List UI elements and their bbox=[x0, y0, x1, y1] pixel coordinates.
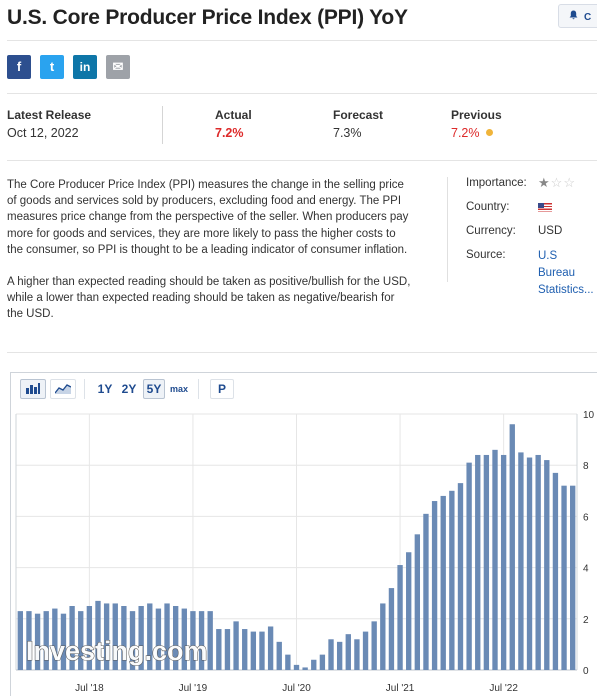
chart-bar bbox=[354, 639, 360, 670]
chart-bar bbox=[259, 631, 265, 670]
chart-bar bbox=[207, 611, 213, 670]
chart-bar bbox=[17, 611, 23, 670]
chart-bar bbox=[414, 534, 421, 670]
chart-bar bbox=[544, 460, 550, 670]
chart-bar bbox=[233, 621, 239, 670]
x-tick-label: Jul '20 bbox=[282, 683, 311, 694]
chart-bar bbox=[449, 490, 455, 670]
y-tick-label: 6 bbox=[583, 512, 589, 523]
chart-bar bbox=[388, 588, 395, 670]
y-tick-label: 8 bbox=[583, 461, 589, 472]
chart-bar bbox=[397, 565, 403, 670]
chart-bar bbox=[328, 639, 334, 670]
y-tick-label: 4 bbox=[583, 564, 589, 575]
x-tick-label: Jul '18 bbox=[75, 683, 104, 694]
chart-bar bbox=[492, 449, 498, 670]
chart-bar bbox=[319, 654, 326, 670]
chart-bar bbox=[216, 629, 222, 670]
chart-bar bbox=[362, 631, 369, 670]
chart-bar bbox=[552, 472, 559, 670]
y-tick-label: 10 bbox=[583, 410, 595, 421]
chart-bar bbox=[250, 631, 257, 670]
chart-bar bbox=[483, 454, 490, 670]
chart-bar bbox=[406, 552, 412, 670]
chart-bar bbox=[431, 501, 438, 670]
chart-bar bbox=[570, 485, 576, 670]
chart-bar bbox=[336, 641, 343, 670]
chart-bar bbox=[242, 629, 248, 670]
chart-bar bbox=[380, 603, 386, 670]
chart-bar bbox=[457, 483, 464, 670]
chart-bar bbox=[267, 626, 274, 670]
chart-bar bbox=[561, 485, 567, 670]
chart-bar bbox=[345, 634, 351, 670]
chart-bar bbox=[466, 462, 472, 670]
chart-bar bbox=[526, 457, 533, 670]
chart-bar bbox=[371, 621, 377, 670]
chart-bar bbox=[285, 654, 291, 670]
y-tick-label: 0 bbox=[583, 666, 589, 677]
chart-bar bbox=[440, 495, 446, 670]
investing-watermark-logo: Investing.com bbox=[26, 636, 208, 666]
chart-bar bbox=[535, 454, 541, 670]
chart-bar bbox=[224, 629, 231, 670]
chart-bar bbox=[302, 667, 308, 670]
chart-bar bbox=[475, 454, 481, 670]
chart-bar bbox=[518, 452, 524, 670]
chart-bar bbox=[311, 659, 317, 670]
chart-bar bbox=[509, 424, 515, 670]
chart-bar bbox=[276, 641, 282, 670]
x-tick-label: Jul '22 bbox=[489, 683, 518, 694]
x-tick-label: Jul '21 bbox=[386, 683, 415, 694]
chart-bar bbox=[293, 664, 300, 670]
chart-bar bbox=[500, 454, 507, 670]
chart-bar bbox=[423, 513, 429, 670]
x-tick-label: Jul '19 bbox=[179, 683, 208, 694]
y-tick-label: 2 bbox=[583, 615, 589, 626]
ppi-bar-chart: 0 2 4 6 8 10 Jul '18 Jul '19 Jul '20 Jul '21 Jul '… bbox=[15, 410, 595, 694]
